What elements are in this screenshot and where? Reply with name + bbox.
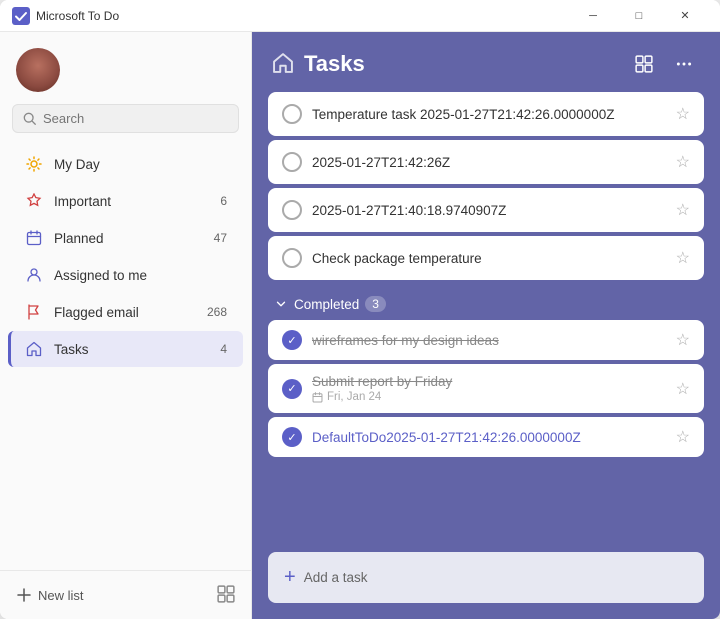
new-list-label: New list (38, 588, 84, 603)
maximize-button[interactable]: □ (616, 0, 662, 32)
task-circle-3[interactable] (282, 200, 302, 220)
completed-sub-text-2: Fri, Jan 24 (327, 391, 381, 403)
grid-icon[interactable] (217, 585, 235, 606)
sidebar-item-label-my-day: My Day (54, 157, 227, 172)
sidebar-item-label-tasks: Tasks (54, 342, 210, 357)
sidebar-item-assigned[interactable]: Assigned to me (8, 257, 243, 293)
sidebar-item-count-tasks: 4 (220, 342, 227, 356)
home-icon (24, 339, 44, 359)
completed-star-2[interactable]: ☆ (676, 379, 690, 399)
completed-item-3[interactable]: ✓ DefaultToDo2025-01-27T21:42:26.0000000… (268, 417, 704, 457)
layout-icon-button[interactable] (628, 48, 660, 80)
completed-text-wrapper-2: Submit report by Friday Fri, Jan 24 (312, 374, 666, 403)
sidebar-item-label-flagged: Flagged email (54, 305, 197, 320)
sidebar-item-tasks[interactable]: Tasks 4 (8, 331, 243, 367)
flag-icon (24, 302, 44, 322)
star-icon (24, 191, 44, 211)
panel-home-icon (272, 52, 294, 77)
task-star-3[interactable]: ☆ (676, 200, 690, 220)
completed-check-3: ✓ (282, 427, 302, 447)
completed-text-wrapper-3: DefaultToDo2025-01-27T21:42:26.0000000Z (312, 429, 666, 445)
sun-icon (24, 154, 44, 174)
completed-sub-2: Fri, Jan 24 (312, 391, 666, 403)
sidebar-item-label-important: Important (54, 194, 210, 209)
sidebar-item-flagged[interactable]: Flagged email 268 (8, 294, 243, 330)
window-controls: ─ □ ✕ (570, 0, 708, 32)
app-logo-icon (12, 7, 30, 25)
completed-item-2[interactable]: ✓ Submit report by Friday Fri, Jan 24 (268, 364, 704, 413)
person-icon (24, 265, 44, 285)
more-options-button[interactable] (668, 48, 700, 80)
sidebar-item-count-planned: 47 (214, 231, 227, 245)
search-input[interactable] (43, 111, 228, 126)
task-text-1: Temperature task 2025-01-27T21:42:26.000… (312, 107, 666, 122)
task-circle-2[interactable] (282, 152, 302, 172)
panel-header-icons (628, 48, 700, 80)
completed-star-1[interactable]: ☆ (676, 330, 690, 350)
completed-star-3[interactable]: ☆ (676, 427, 690, 447)
app-logo: Microsoft To Do (12, 7, 570, 25)
completed-item-1[interactable]: ✓ wireframes for my design ideas ☆ (268, 320, 704, 360)
completed-text-wrapper-1: wireframes for my design ideas (312, 333, 666, 348)
completed-check-1: ✓ (282, 330, 302, 350)
nav-list: My Day Important 6 (0, 141, 251, 570)
task-item-3[interactable]: 2025-01-27T21:40:18.9740907Z ☆ (268, 188, 704, 232)
task-star-4[interactable]: ☆ (676, 248, 690, 268)
task-circle-4[interactable] (282, 248, 302, 268)
task-star-1[interactable]: ☆ (676, 104, 690, 124)
task-item-4[interactable]: Check package temperature ☆ (268, 236, 704, 280)
sidebar-item-my-day[interactable]: My Day (8, 146, 243, 182)
task-star-2[interactable]: ☆ (676, 152, 690, 172)
completed-link-3[interactable]: DefaultToDo2025-01-27T21:42:26.0000000Z (312, 430, 581, 445)
tasks-area: Temperature task 2025-01-27T21:42:26.000… (252, 92, 720, 544)
sidebar-item-count-flagged: 268 (207, 305, 227, 319)
sidebar-item-label-planned: Planned (54, 231, 204, 246)
right-panel: Tasks (252, 32, 720, 619)
app-title: Microsoft To Do (36, 9, 119, 23)
task-text-4: Check package temperature (312, 251, 666, 266)
task-item-1[interactable]: Temperature task 2025-01-27T21:42:26.000… (268, 92, 704, 136)
completed-count: 3 (365, 296, 386, 312)
search-icon (23, 112, 37, 126)
chevron-down-icon (274, 297, 288, 311)
panel-title: Tasks (304, 51, 618, 77)
completed-text-2: Submit report by Friday (312, 374, 666, 389)
panel-header: Tasks (252, 32, 720, 92)
completed-label: Completed (294, 297, 359, 312)
completed-section: Completed 3 ✓ wireframes for my design i… (268, 288, 704, 457)
sidebar-item-count-important: 6 (220, 194, 227, 208)
avatar[interactable] (16, 48, 60, 92)
add-plus-icon: + (284, 566, 296, 589)
sidebar-item-important[interactable]: Important 6 (8, 183, 243, 219)
completed-text-1: wireframes for my design ideas (312, 333, 666, 348)
add-task-bar[interactable]: + Add a task (268, 552, 704, 603)
titlebar: Microsoft To Do ─ □ ✕ (0, 0, 720, 32)
completed-header[interactable]: Completed 3 (268, 288, 704, 320)
avatar-image (16, 48, 60, 92)
calendar-small-icon (312, 392, 323, 403)
task-item-2[interactable]: 2025-01-27T21:42:26Z ☆ (268, 140, 704, 184)
task-circle-1[interactable] (282, 104, 302, 124)
completed-check-2: ✓ (282, 379, 302, 399)
avatar-area (0, 32, 251, 100)
app-window: Microsoft To Do ─ □ ✕ (0, 0, 720, 619)
calendar-icon (24, 228, 44, 248)
minimize-button[interactable]: ─ (570, 0, 616, 32)
sidebar-item-planned[interactable]: Planned 47 (8, 220, 243, 256)
main-content: My Day Important 6 (0, 32, 720, 619)
task-text-2: 2025-01-27T21:42:26Z (312, 155, 666, 170)
plus-icon (16, 587, 32, 603)
task-text-3: 2025-01-27T21:40:18.9740907Z (312, 203, 666, 218)
sidebar-item-label-assigned: Assigned to me (54, 268, 227, 283)
sidebar: My Day Important 6 (0, 32, 252, 619)
search-box[interactable] (12, 104, 239, 133)
add-task-label: Add a task (304, 570, 368, 585)
sidebar-footer: New list (0, 570, 251, 619)
close-button[interactable]: ✕ (662, 0, 708, 32)
new-list-button[interactable]: New list (16, 583, 84, 607)
